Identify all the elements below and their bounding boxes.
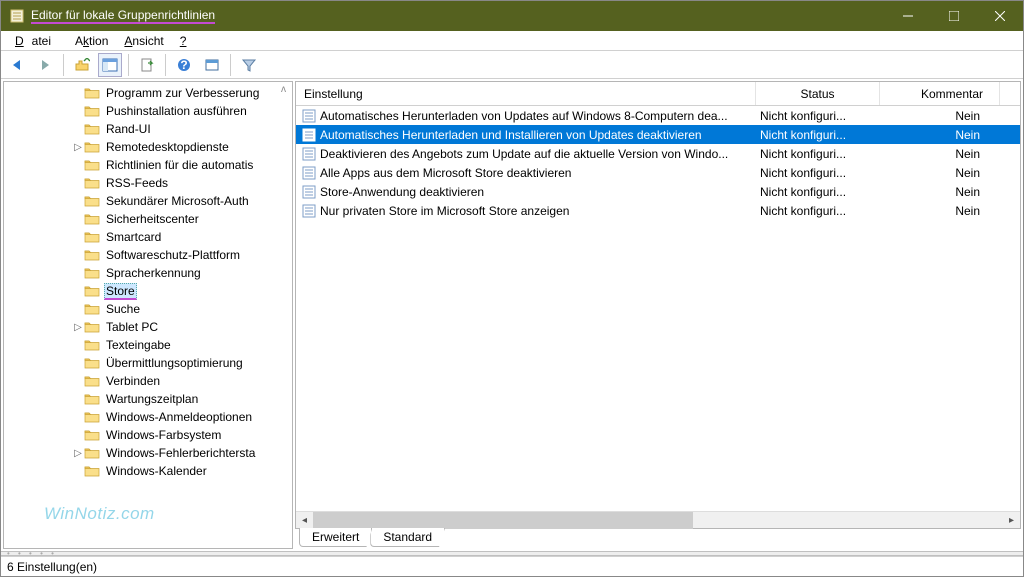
expander-icon[interactable]: ▷ xyxy=(72,448,84,459)
expander-icon[interactable]: ▷ xyxy=(72,322,84,333)
setting-name: Automatisches Herunterladen von Updates … xyxy=(320,109,728,123)
menu-help[interactable]: ? xyxy=(172,32,195,50)
statusbar: 6 Einstellung(en) xyxy=(1,556,1023,576)
setting-status: Nicht konfiguri... xyxy=(756,166,880,180)
expander-icon[interactable]: ▷ xyxy=(72,142,84,153)
setting-row[interactable]: Nur privaten Store im Microsoft Store an… xyxy=(296,201,1020,220)
tree-item[interactable]: Texteingabe xyxy=(4,336,292,354)
main-area: ʌ Programm zur VerbesserungPushinstallat… xyxy=(1,79,1023,551)
tree-item[interactable]: Wartungszeitplan xyxy=(4,390,292,408)
window-title-container: Editor für lokale Gruppenrichtlinien xyxy=(1,8,885,24)
setting-name: Alle Apps aus dem Microsoft Store deakti… xyxy=(320,166,571,180)
tree-item[interactable]: Programm zur Verbesserung xyxy=(4,84,292,102)
show-hide-tree-button[interactable] xyxy=(98,53,122,77)
tree-item[interactable]: Rand-UI xyxy=(4,120,292,138)
setting-row[interactable]: Store-Anwendung deaktivieren Nicht konfig… xyxy=(296,182,1020,201)
tree-item[interactable]: ▷Remotedesktopdienste xyxy=(4,138,292,156)
tree-item[interactable]: ▷Windows-Fehlerberichtersta xyxy=(4,444,292,462)
listview-header[interactable]: Einstellung Status Kommentar xyxy=(296,82,1020,106)
tree-item[interactable]: Softwareschutz-Plattform xyxy=(4,246,292,264)
menubar: Datei Aktion Ansicht ? xyxy=(1,31,1023,51)
view-tabs: Erweitert Standard xyxy=(295,528,1021,549)
setting-comment: Nein xyxy=(880,128,1000,142)
export-button[interactable] xyxy=(135,53,159,77)
tree-item[interactable]: Windows-Kalender xyxy=(4,462,292,480)
up-button[interactable] xyxy=(70,53,94,77)
tree-item[interactable]: RSS-Feeds xyxy=(4,174,292,192)
help-button[interactable]: ? xyxy=(172,53,196,77)
tree-item[interactable]: Smartcard xyxy=(4,228,292,246)
setting-row[interactable]: Automatisches Herunterladen und Installi… xyxy=(296,125,1020,144)
horizontal-scrollbar[interactable]: ◂ ▸ xyxy=(296,511,1020,528)
column-setting[interactable]: Einstellung xyxy=(296,82,756,105)
tree-item[interactable]: ▷Tablet PC xyxy=(4,318,292,336)
settings-listview[interactable]: Einstellung Status Kommentar Automatisch… xyxy=(295,81,1021,529)
minimize-button[interactable] xyxy=(885,1,931,31)
setting-status: Nicht konfiguri... xyxy=(756,204,880,218)
menu-aktion[interactable]: Aktion xyxy=(67,32,116,50)
tree-item[interactable]: Suche xyxy=(4,300,292,318)
column-status[interactable]: Status xyxy=(756,82,880,105)
navigation-tree[interactable]: ʌ Programm zur VerbesserungPushinstallat… xyxy=(3,81,293,549)
setting-row[interactable]: Automatisches Herunterladen von Updates … xyxy=(296,106,1020,125)
setting-comment: Nein xyxy=(880,109,1000,123)
tree-item[interactable]: Übermittlungsoptimierung xyxy=(4,354,292,372)
scroll-thumb[interactable] xyxy=(313,512,693,529)
watermark: WinNotiz.com xyxy=(44,504,155,524)
back-button[interactable] xyxy=(5,53,29,77)
setting-name: Automatisches Herunterladen und Installi… xyxy=(320,128,702,142)
app-icon xyxy=(9,8,25,24)
tree-item[interactable]: Spracherkennung xyxy=(4,264,292,282)
tab-standard[interactable]: Standard xyxy=(370,528,445,547)
toolbar: ? xyxy=(1,51,1023,79)
titlebar: Editor für lokale Gruppenrichtlinien xyxy=(1,1,1023,31)
menu-ansicht[interactable]: Ansicht xyxy=(116,32,171,50)
setting-status: Nicht konfiguri... xyxy=(756,109,880,123)
setting-row[interactable]: Alle Apps aus dem Microsoft Store deakti… xyxy=(296,163,1020,182)
window-title: Editor für lokale Gruppenrichtlinien xyxy=(31,8,215,24)
setting-name: Deaktivieren des Angebots zum Update auf… xyxy=(320,147,728,161)
toolbar-separator xyxy=(230,54,231,76)
setting-comment: Nein xyxy=(880,166,1000,180)
setting-comment: Nein xyxy=(880,204,1000,218)
properties-button[interactable] xyxy=(200,53,224,77)
tab-erweitert[interactable]: Erweitert xyxy=(299,528,372,547)
setting-name: Nur privaten Store im Microsoft Store an… xyxy=(320,204,569,218)
maximize-button[interactable] xyxy=(931,1,977,31)
toolbar-separator xyxy=(63,54,64,76)
tree-item[interactable]: Windows-Anmeldeoptionen xyxy=(4,408,292,426)
filter-button[interactable] xyxy=(237,53,261,77)
status-text: 6 Einstellung(en) xyxy=(7,560,97,574)
details-pane: Einstellung Status Kommentar Automatisch… xyxy=(295,81,1021,549)
setting-status: Nicht konfiguri... xyxy=(756,185,880,199)
tree-item[interactable]: Store xyxy=(4,282,292,300)
scroll-up-indicator: ʌ xyxy=(281,84,286,95)
tree-item[interactable]: Windows-Farbsystem xyxy=(4,426,292,444)
toolbar-separator xyxy=(165,54,166,76)
tree-item[interactable]: Pushinstallation ausführen xyxy=(4,102,292,120)
setting-comment: Nein xyxy=(880,147,1000,161)
tree-item[interactable]: Verbinden xyxy=(4,372,292,390)
svg-text:?: ? xyxy=(180,58,187,72)
column-comment[interactable]: Kommentar xyxy=(880,82,1000,105)
setting-name: Store-Anwendung deaktivieren xyxy=(320,185,484,199)
tree-item[interactable]: Sekundärer Microsoft-Auth xyxy=(4,192,292,210)
menu-datei[interactable]: Datei xyxy=(7,32,67,50)
toolbar-separator xyxy=(128,54,129,76)
setting-comment: Nein xyxy=(880,185,1000,199)
forward-button[interactable] xyxy=(33,53,57,77)
scroll-left-button[interactable]: ◂ xyxy=(296,512,313,529)
setting-status: Nicht konfiguri... xyxy=(756,128,880,142)
close-button[interactable] xyxy=(977,1,1023,31)
setting-status: Nicht konfiguri... xyxy=(756,147,880,161)
setting-row[interactable]: Deaktivieren des Angebots zum Update auf… xyxy=(296,144,1020,163)
tree-item[interactable]: Sicherheitscenter xyxy=(4,210,292,228)
tree-item[interactable]: Richtlinien für die automatis xyxy=(4,156,292,174)
scroll-right-button[interactable]: ▸ xyxy=(1003,512,1020,529)
